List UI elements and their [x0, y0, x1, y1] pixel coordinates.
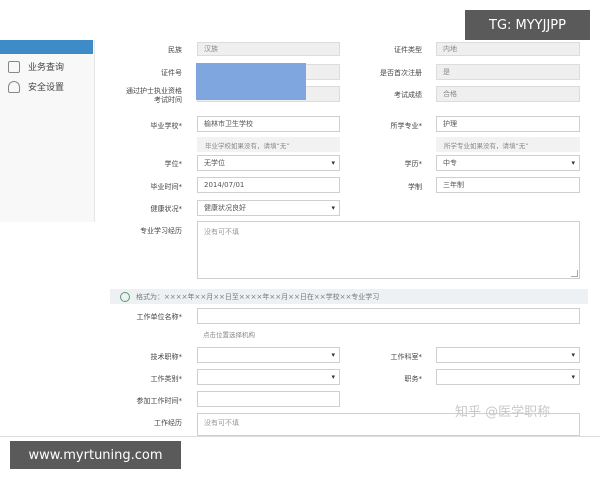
study-history-textarea[interactable]: 没有可不填 — [197, 221, 580, 279]
first-registration-field: 是 — [436, 64, 580, 80]
study-length-input[interactable]: 三年制 — [436, 177, 580, 193]
zhihu-watermark: 知乎 @医学职称 — [455, 405, 551, 420]
grad-date-input[interactable]: 2014/07/01 — [197, 177, 340, 193]
sidebar-item-label: 业务查询 — [28, 63, 65, 73]
sidebar-active-item[interactable] — [0, 40, 93, 54]
format-notice-text: 格式为：××××年××月××日至××××年××月××日在××学校××专业学习 — [136, 292, 380, 301]
id-type-field: 内地 — [436, 42, 580, 56]
education-label: 学历* — [404, 160, 423, 168]
employer-label: 工作单位名称* — [136, 313, 183, 321]
info-icon — [120, 291, 130, 302]
school-input[interactable]: 榆林市卫生学校 — [197, 116, 340, 132]
bottom-divider — [0, 436, 600, 437]
tech-title-label: 技术职称* — [150, 353, 183, 361]
major-input[interactable]: 护理 — [436, 116, 580, 132]
education-select[interactable]: 中专 — [436, 155, 580, 171]
department-label: 工作科室* — [390, 353, 423, 361]
work-start-input[interactable] — [197, 391, 340, 407]
employer-input[interactable] — [197, 308, 580, 324]
study-history-placeholder: 没有可不填 — [204, 228, 239, 236]
job-category-select[interactable] — [197, 369, 340, 385]
tech-title-select[interactable] — [197, 347, 340, 363]
health-select[interactable]: 健康状况良好 — [197, 200, 340, 216]
grad-date-label: 毕业时间* — [150, 183, 183, 191]
id-type-label: 证件类型 — [394, 46, 422, 54]
id-number-label: 证件号 — [161, 69, 182, 77]
exam-result-label: 考试成绩 — [394, 91, 422, 99]
school-hint: 毕业学校如果没有，请填“无” — [197, 137, 340, 152]
format-notice: 格式为：××××年××月××日至××××年××月××日在××学校××专业学习 — [110, 289, 588, 304]
user-icon — [8, 80, 20, 93]
query-icon — [8, 60, 20, 73]
major-hint: 所学专业如果没有，请填“无” — [436, 137, 580, 152]
health-label: 健康状况* — [150, 205, 183, 213]
job-category-label: 工作类别* — [150, 375, 183, 383]
work-history-placeholder: 没有可不填 — [204, 419, 239, 427]
position-label: 职务* — [404, 375, 423, 383]
study-history-label: 专业学习经历 — [140, 227, 182, 235]
first-registration-label: 是否首次注册 — [380, 69, 422, 77]
redacted-block — [196, 63, 306, 100]
position-select[interactable] — [436, 369, 580, 385]
sidebar-item-label: 安全设置 — [28, 83, 65, 93]
major-label: 所学专业* — [390, 122, 423, 130]
employer-hint: 点击位置选择机构 — [203, 331, 255, 339]
resize-grip-icon[interactable] — [571, 270, 578, 277]
sidebar-item-query[interactable]: 业务查询 — [8, 60, 64, 73]
exam-result-field: 合格 — [436, 86, 580, 102]
degree-label: 学位* — [164, 160, 183, 168]
footer-url: www.myrtuning.com — [10, 441, 181, 469]
ethnicity-label: 民族 — [168, 46, 182, 54]
degree-select[interactable]: 无学位 — [197, 155, 340, 171]
school-label: 毕业学校* — [150, 122, 183, 130]
tg-tag: TG: MYYJJPP — [465, 10, 590, 40]
department-select[interactable] — [436, 347, 580, 363]
ethnicity-field: 汉族 — [197, 42, 340, 56]
exam-time-label: 通过护士执业资格 考试时间 — [126, 87, 182, 104]
work-start-label: 参加工作时间* — [136, 397, 183, 405]
sidebar-item-security[interactable]: 安全设置 — [8, 80, 64, 93]
study-length-label: 学制 — [408, 183, 422, 191]
work-history-label: 工作经历 — [154, 419, 182, 427]
